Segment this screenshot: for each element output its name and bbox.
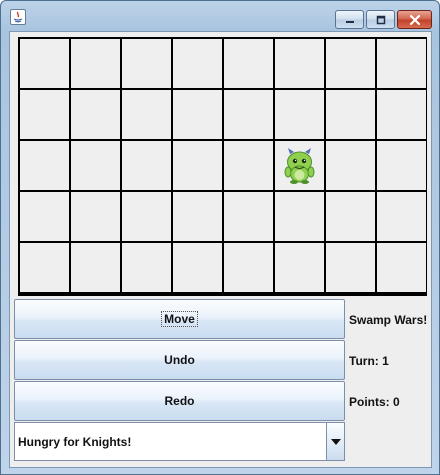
board-cell[interactable] <box>173 39 222 88</box>
board-cell[interactable] <box>377 39 426 88</box>
chevron-down-icon <box>330 438 341 445</box>
strategy-select-value: Hungry for Knights! <box>18 435 132 449</box>
board-cell[interactable] <box>173 192 222 241</box>
board-cell[interactable] <box>122 243 171 292</box>
board-cell[interactable] <box>71 90 120 139</box>
board-cell[interactable] <box>122 90 171 139</box>
board-cell[interactable] <box>173 141 222 190</box>
board-cell[interactable] <box>326 39 375 88</box>
board-cell[interactable] <box>275 243 324 292</box>
board-cell[interactable] <box>224 141 273 190</box>
board-cell[interactable] <box>224 192 273 241</box>
strategy-select[interactable]: Hungry for Knights! <box>14 422 345 461</box>
board-cell[interactable] <box>275 141 324 190</box>
board-cell[interactable] <box>71 39 120 88</box>
board-cell[interactable] <box>377 90 426 139</box>
maximize-button[interactable] <box>366 10 395 29</box>
undo-button-label: Undo <box>164 353 195 367</box>
board-cell[interactable] <box>71 192 120 241</box>
board-cell[interactable] <box>377 243 426 292</box>
minimize-button[interactable] <box>335 10 364 29</box>
board-cell[interactable] <box>377 141 426 190</box>
game-board[interactable] <box>18 37 427 296</box>
title-bar[interactable] <box>1 1 439 31</box>
board-cell[interactable] <box>326 192 375 241</box>
board-cell[interactable] <box>122 141 171 190</box>
board-cell[interactable] <box>224 90 273 139</box>
content-pane: Move Undo Redo Swamp Wars! Turn: 1 Point… <box>9 31 432 468</box>
redo-button-label: Redo <box>164 394 195 408</box>
board-cell[interactable] <box>275 90 324 139</box>
turn-label: Turn: 1 <box>349 354 389 368</box>
board-cell[interactable] <box>122 39 171 88</box>
board-cell[interactable] <box>122 192 171 241</box>
close-icon <box>409 14 420 25</box>
board-cell[interactable] <box>377 192 426 241</box>
board-cell[interactable] <box>71 141 120 190</box>
board-cell[interactable] <box>326 243 375 292</box>
board-cell[interactable] <box>20 243 69 292</box>
redo-button[interactable]: Redo <box>14 381 345 421</box>
board-cell[interactable] <box>326 141 375 190</box>
dropdown-arrow-button[interactable] <box>326 423 344 460</box>
close-button[interactable] <box>397 10 432 29</box>
board-cell[interactable] <box>20 39 69 88</box>
maximize-icon <box>376 15 385 24</box>
java-app-icon[interactable] <box>10 9 26 25</box>
board-cell[interactable] <box>224 39 273 88</box>
board-cell[interactable] <box>275 192 324 241</box>
board-cell[interactable] <box>326 90 375 139</box>
board-cell[interactable] <box>71 243 120 292</box>
move-button-label: Move <box>161 311 198 327</box>
board-cell[interactable] <box>224 243 273 292</box>
game-title-label: Swamp Wars! <box>349 313 428 327</box>
move-button[interactable]: Move <box>14 299 345 339</box>
board-cell[interactable] <box>20 90 69 139</box>
board-cell[interactable] <box>173 90 222 139</box>
board-cell[interactable] <box>173 243 222 292</box>
minimize-icon <box>345 20 354 23</box>
app-window: Move Undo Redo Swamp Wars! Turn: 1 Point… <box>0 0 440 475</box>
board-cell[interactable] <box>275 39 324 88</box>
swamp-monster-icon <box>284 148 315 184</box>
board-cell[interactable] <box>20 141 69 190</box>
points-label: Points: 0 <box>349 395 400 409</box>
board-cell[interactable] <box>20 192 69 241</box>
undo-button[interactable]: Undo <box>14 340 345 380</box>
